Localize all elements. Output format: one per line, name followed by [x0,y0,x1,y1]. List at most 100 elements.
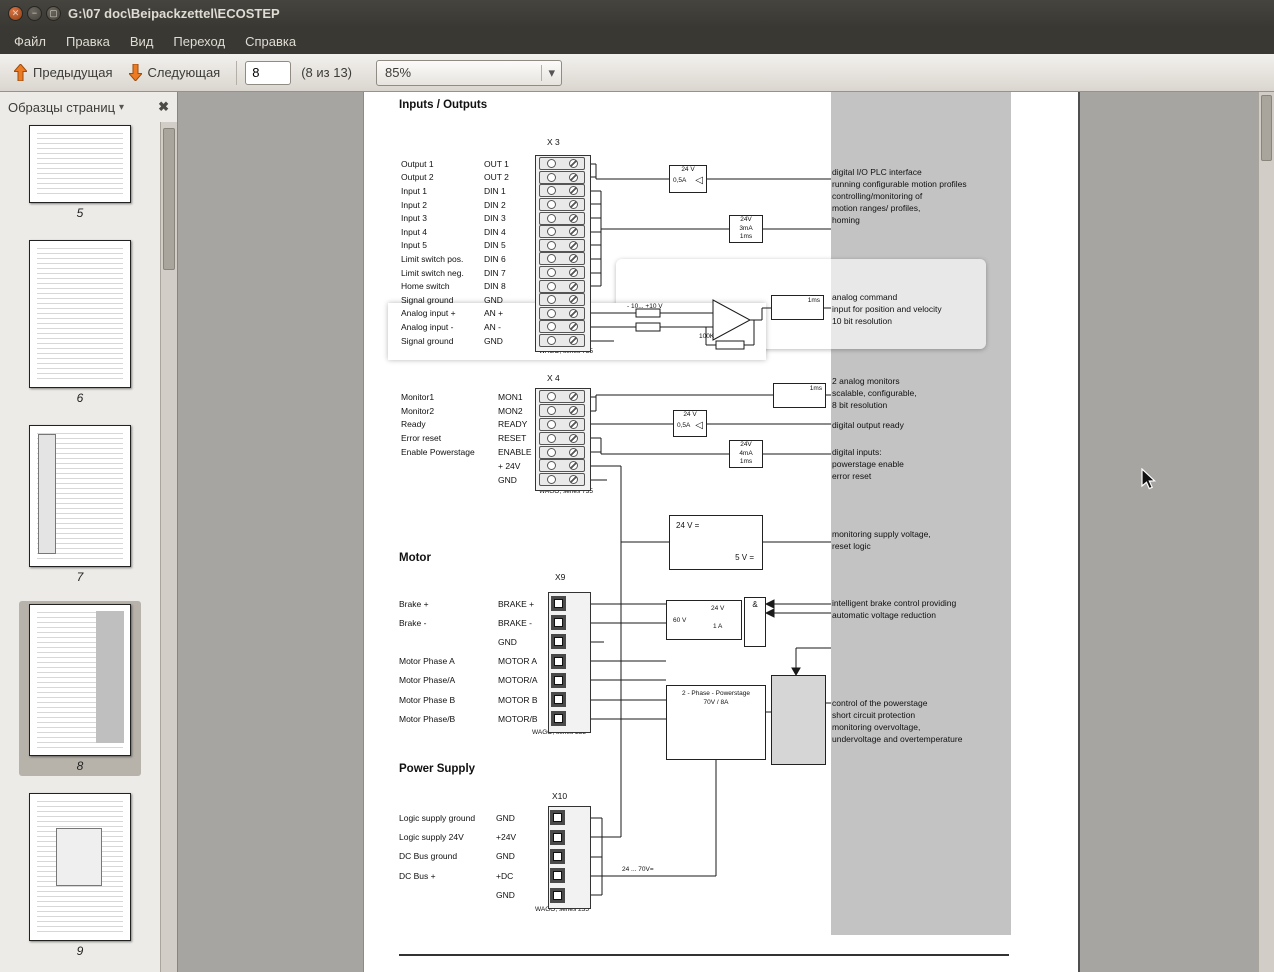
document-scrollbar-thumb[interactable] [1261,95,1272,161]
pin-label: OUT 2 [484,172,509,183]
menu-item[interactable]: Переход [163,30,235,53]
analog-range-label: - 10... +10 V [627,303,663,310]
connector-row: GND [399,632,594,651]
window-close-button[interactable]: ✕ [8,6,23,21]
powerstage-box: 2 - Phase - Powerstage 70V / 8A [666,685,766,760]
document-page: Inputs / Outputs Motor Power Supply X 3 … [363,92,1078,972]
thumbnail-image[interactable] [29,604,131,756]
thumbnail-page-number: 5 [76,206,84,220]
page-footer-rule [399,954,1009,956]
signal-label: Monitor1 [401,391,435,402]
pin-label: AN + [484,308,504,319]
note-io-plc: digital I/O PLC interface running configu… [832,166,967,226]
sidebar-title[interactable]: Образцы страниц [8,100,115,115]
terminal-icon [539,184,585,198]
pin-label: +24V [496,832,517,843]
connector-row: Analog input - AN - [401,320,596,334]
signal-label: Limit switch pos. [401,253,464,264]
signal-label: Home switch [401,281,450,292]
close-sidebar-icon[interactable]: ✖ [158,99,169,115]
menu-item[interactable]: Правка [56,30,120,53]
note-powerstage: control of the powerstage short circuit p… [832,697,962,745]
application-window: ✕ − ▢ G:\07 doc\Beipackzettel\ECOSTEP Фа… [0,0,1274,972]
pin-label: AN - [484,321,501,332]
menu-item[interactable]: Файл [4,30,56,53]
pin-label: +DC [496,870,514,881]
connector-row: Motor Phase B MOTOR B [399,690,594,709]
fuse-voltage: 24 V [681,166,695,173]
sidebar-scrollbar[interactable] [160,122,177,972]
filter-line: 4mA [739,449,753,457]
page-number-input[interactable] [245,60,292,85]
page-thumbnail[interactable]: 9 [19,790,141,961]
caret-down-icon[interactable]: ▾ [119,102,124,113]
powerstage-label-1: 2 - Phase - Powerstage [682,690,750,697]
brake-voltage-1: 60 V [673,617,687,624]
signal-label: Monitor2 [401,405,435,416]
signal-label: Logic supply 24V [399,832,464,843]
thumbnail-page-number: 6 [76,391,84,405]
page-thumbnail[interactable]: 8 [19,601,141,776]
thumbnail-image[interactable] [29,793,131,941]
connector-row: Logic supply 24V +24V [399,827,594,846]
note-digital-inputs: digital inputs: powerstage enable error re… [832,446,904,482]
feedback-resistor-label: 100K [699,333,715,340]
terminal-icon [551,615,566,631]
signal-label: Brake - [399,617,427,628]
pin-label: GND [498,636,517,647]
window-minimize-button[interactable]: − [27,6,42,21]
fuse-voltage: 24 V [683,411,697,418]
pin-label: MON1 [498,391,523,402]
zoom-select[interactable]: 85% ▾ [376,59,563,86]
document-scrollbar[interactable] [1258,92,1274,972]
filter-line: 24V [740,216,752,223]
connector-row: DC Bus ground GND [399,847,594,866]
terminal-icon [551,711,566,727]
window-maximize-button[interactable]: ▢ [46,6,61,21]
note-analog-command: analog command input for position and vel… [832,291,942,327]
connector-row: GND [399,886,594,905]
connector-x10-title: X10 [552,791,568,801]
menu-item[interactable]: Вид [120,30,164,53]
connector-x9: Brake + BRAKE + Brake - BRAKE - GND Moto… [399,592,594,733]
page-thumbnail[interactable]: 6 [19,237,141,408]
signal-label: Signal ground [401,335,454,346]
page-thumbnail[interactable]: 5 [19,122,141,223]
pin-label: DIN 4 [484,226,506,237]
previous-page-button[interactable]: Предыдущая [6,60,121,85]
brake-voltage-2: 24 V [711,605,725,612]
pin-label: MON2 [498,405,523,416]
pin-label: DIN 1 [484,185,506,196]
pin-label: DIN 6 [484,253,506,264]
powerstage-label-2: 70V / 8A [703,698,729,706]
filter-line: 3mA [739,224,753,232]
sidebar-scrollbar-thumb[interactable] [163,128,175,270]
connector-row: Signal ground GND [401,293,596,307]
signal-label: Input 5 [401,240,427,251]
next-page-button[interactable]: Следующая [121,60,229,85]
thumbnail-image[interactable] [29,425,131,567]
note-line: 2 analog monitors [832,376,900,386]
ramp-box-2: 1ms [773,383,826,408]
converter-output-label: 5 V = [735,553,754,562]
window-title: G:\07 doc\Beipackzettel\ECOSTEP [68,6,280,21]
terminal-icon [539,334,585,348]
signal-label: Output 1 [401,158,434,169]
and-gate-label: & [752,600,758,609]
pin-label: READY [498,419,528,430]
connector-row: Analog input + AN + [401,306,596,321]
thumbnail-image[interactable] [29,125,131,203]
menu-item[interactable]: Справка [235,30,306,53]
input-filter-box: 24V 4mA 1ms [729,440,763,468]
terminal-icon [539,293,585,307]
thumbnail-image[interactable] [29,240,131,388]
fuse-box-1: 24 V 0,5A ◁ [669,165,707,193]
note-line: undervoltage and overtemperature [832,734,963,744]
terminal-icon [539,157,585,171]
signal-label: Input 3 [401,213,427,224]
page-thumbnail[interactable]: 7 [19,422,141,587]
note-line: automatic voltage reduction [832,610,936,620]
pin-label: + 24V [498,460,521,471]
terminal-icon [550,810,565,826]
note-line: homing [832,215,860,225]
